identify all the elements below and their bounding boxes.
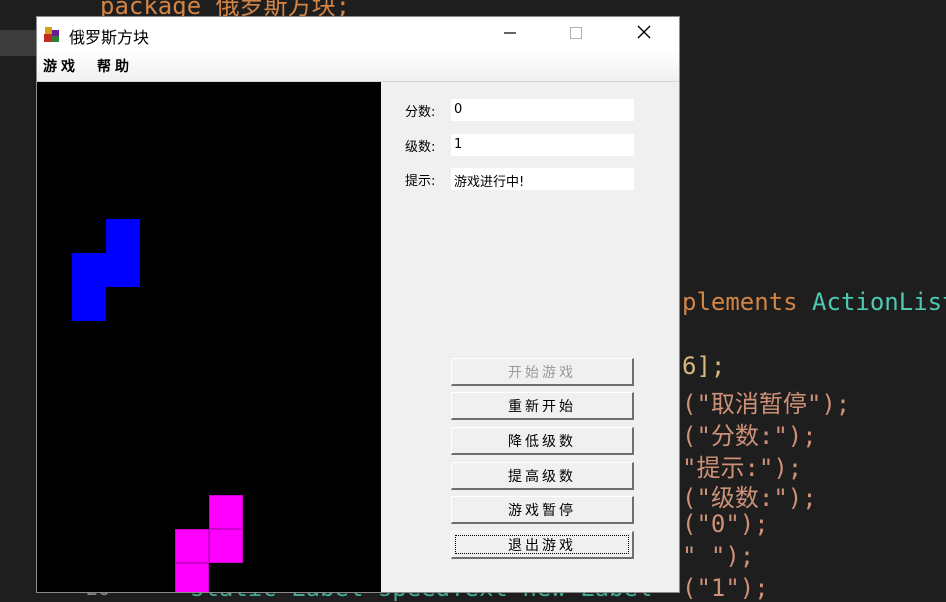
code-line-array: 6]; [682,352,725,380]
magenta-block [209,529,243,563]
side-panel: 分数: 0 级数: 1 提示: 游戏进行中! 开始游戏 重新开始 降低级数 提高… [381,82,679,592]
code-text-level: ("级数:"); [682,484,817,512]
level-field: 1 [451,134,634,156]
blue-block [106,219,140,253]
tip-label: 提示: [405,174,436,189]
code-line-score: ("分数:"); [682,416,817,451]
magenta-block [175,563,209,592]
tip-field: 游戏进行中! [451,168,634,190]
code-text-space: " "); [682,542,755,570]
exit-game-label: 退出游戏 [508,537,576,554]
code-line-space: " "); [682,542,754,570]
code-text-actionlistener: ActionList [812,288,946,316]
window-title: 俄罗斯方块 [69,28,150,47]
code-text-array: 6]; [682,352,726,380]
minimize-button[interactable] [487,17,533,51]
code-text-implements: plements [682,288,798,316]
level-label: 级数: [405,140,436,155]
blue-block [106,253,140,287]
code-line-zero: ("0"); [682,510,769,538]
menu-game[interactable]: 游戏 [43,56,79,76]
magenta-block [175,529,209,563]
maximize-button[interactable] [553,17,599,51]
game-board[interactable] [37,82,381,592]
score-label: 分数: [405,105,436,120]
close-icon [636,24,652,44]
minimize-icon [503,25,517,44]
exit-game-button[interactable]: 退出游戏 [451,531,634,559]
editor-fold-marker [0,30,36,56]
code-line-level: ("级数:"); [682,478,817,513]
blue-block [72,287,106,321]
pause-button[interactable]: 游戏暂停 [451,496,634,524]
tetris-blocks-icon [43,25,61,43]
level-down-button[interactable]: 降低级数 [451,427,634,455]
close-button[interactable] [621,17,667,51]
title-bar[interactable]: 俄罗斯方块 [37,17,679,51]
start-game-button[interactable]: 开始游戏 [451,358,634,386]
code-line-implements: plements ActionList [682,288,946,316]
menu-bar: 游戏 帮助 [37,51,679,82]
maximize-icon [569,25,583,44]
score-field: 0 [451,99,634,121]
level-up-button[interactable]: 提高级数 [451,462,634,490]
code-text-zero: ("0"); [682,510,769,538]
code-line-one: ("1"); [682,574,769,602]
code-text-pause: ("取消暂停"); [682,390,851,418]
blue-block [72,253,106,287]
menu-help[interactable]: 帮助 [97,56,133,76]
restart-button[interactable]: 重新开始 [451,392,634,420]
magenta-block [209,495,243,529]
code-line-pause: ("取消暂停"); [682,384,850,419]
editor-gutter [0,0,36,593]
code-text-score: ("分数:"); [682,422,817,450]
tetris-window: 俄罗斯方块 游戏 帮助 分数: 0 级数: 1 提示: 游戏进行中! 开始游戏 … [36,16,680,593]
code-text-one: ("1"); [682,574,769,602]
